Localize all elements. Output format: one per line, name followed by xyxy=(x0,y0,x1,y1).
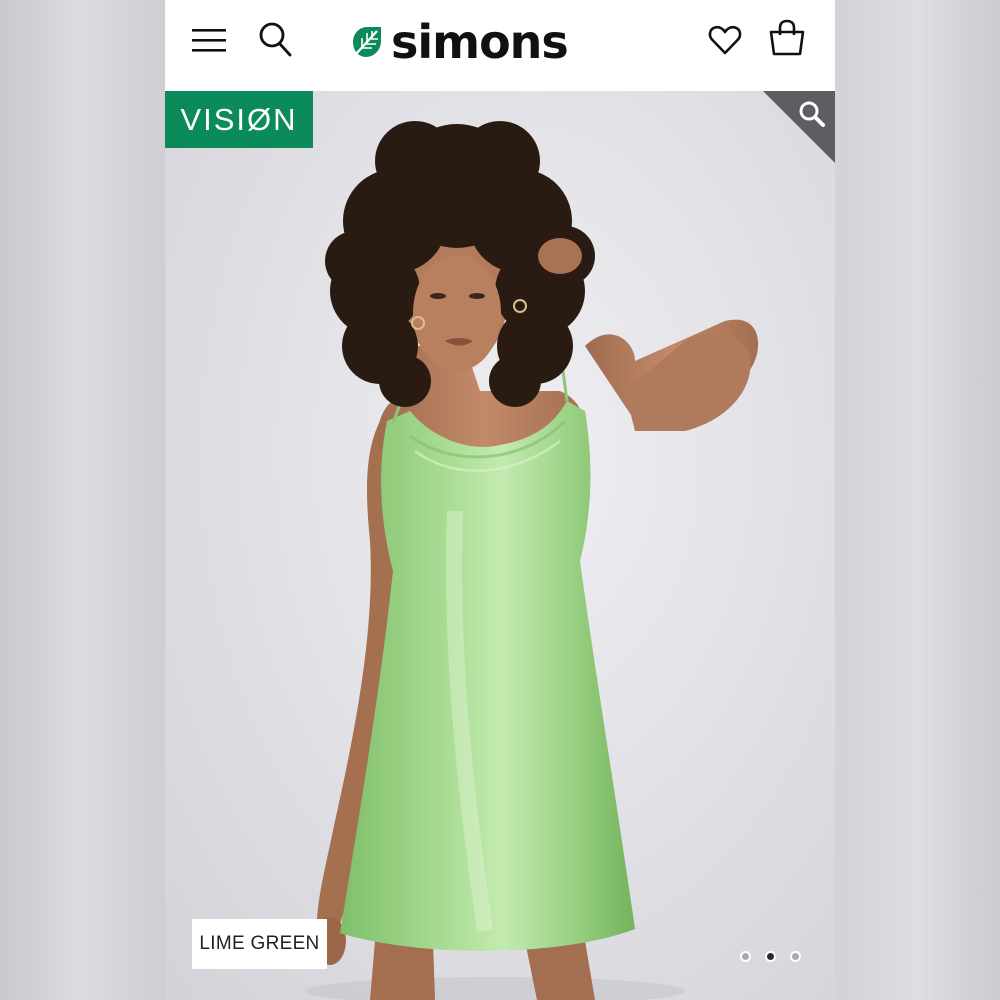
carousel-dot-2-active[interactable] xyxy=(765,951,776,962)
menu-button[interactable] xyxy=(191,22,227,58)
brand-wordmark: simons xyxy=(391,15,569,69)
carousel-dot-3[interactable] xyxy=(790,951,801,962)
magnifier-icon xyxy=(763,91,835,163)
heart-icon xyxy=(708,25,742,55)
carousel-pagination xyxy=(738,949,804,967)
search-button[interactable] xyxy=(257,20,293,58)
wishlist-button[interactable] xyxy=(707,22,743,58)
zoom-button[interactable] xyxy=(763,91,835,163)
search-icon xyxy=(259,22,292,57)
carousel-dot-1[interactable] xyxy=(740,951,751,962)
hamburger-menu-icon xyxy=(192,29,226,52)
product-image-carousel[interactable]: VISIØN LIME GREEN xyxy=(165,91,835,1000)
simons-logo[interactable]: simons xyxy=(347,14,657,70)
leaf-logo-icon xyxy=(353,27,381,57)
top-navigation-bar: simons xyxy=(165,0,835,90)
product-photo-model-in-green-dress xyxy=(305,121,759,1000)
shopping-bag-icon xyxy=(769,19,805,56)
vision-collection-badge: VISIØN xyxy=(165,91,313,148)
product-screen: simons VISIØN LIME GREEN xyxy=(165,0,835,1000)
color-name-label: LIME GREEN xyxy=(192,919,327,969)
shopping-bag-button[interactable] xyxy=(767,18,807,58)
